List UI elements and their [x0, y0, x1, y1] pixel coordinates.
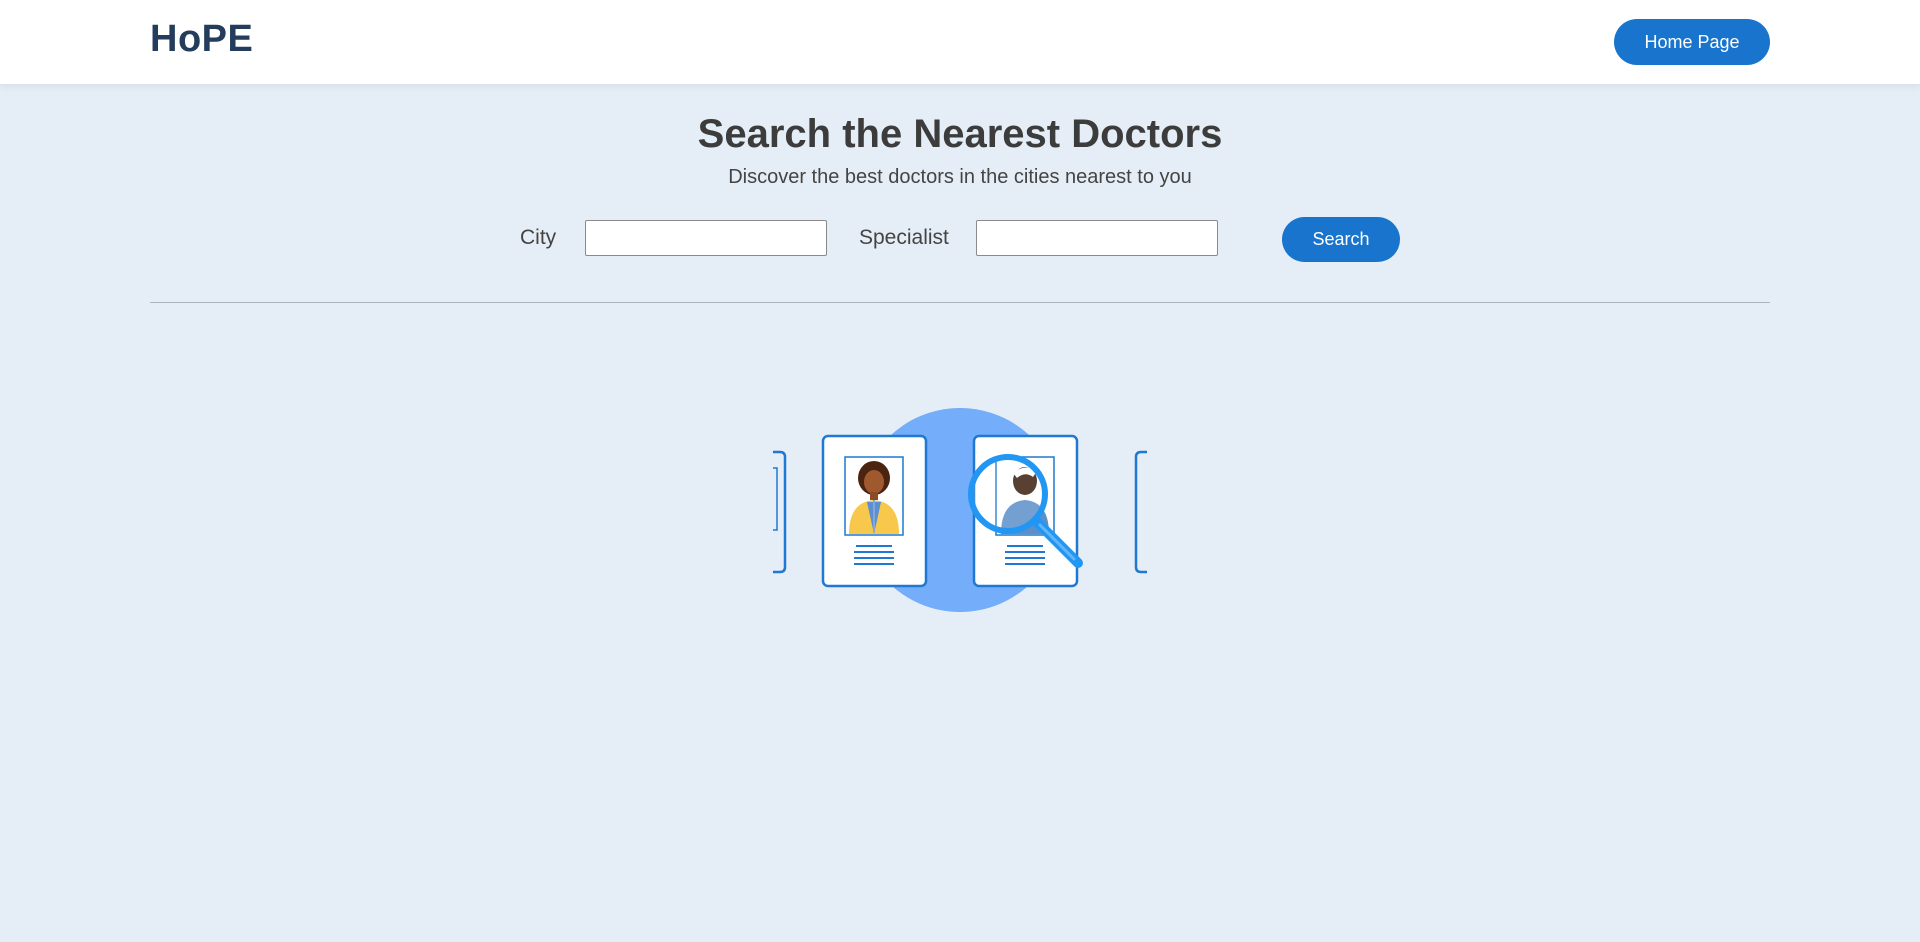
partial-card-right-icon	[1134, 450, 1147, 574]
city-input[interactable]	[585, 220, 827, 256]
partial-card-left-icon	[773, 450, 787, 574]
doctor-card-female-icon	[821, 434, 928, 588]
top-navbar: HoPE Home Page	[0, 0, 1920, 84]
specialist-label: Specialist	[859, 226, 949, 249]
divider	[150, 302, 1770, 303]
doctor-profiles-magnifier-illustration	[773, 408, 1147, 612]
page-title: Search the Nearest Doctors	[697, 112, 1223, 156]
logo[interactable]: HoPE	[150, 18, 253, 61]
page-subtitle: Discover the best doctors in the cities …	[728, 166, 1192, 188]
home-page-button[interactable]: Home Page	[1614, 19, 1770, 65]
specialist-input[interactable]	[976, 220, 1218, 256]
search-button[interactable]: Search	[1282, 217, 1400, 262]
city-label: City	[520, 226, 557, 249]
